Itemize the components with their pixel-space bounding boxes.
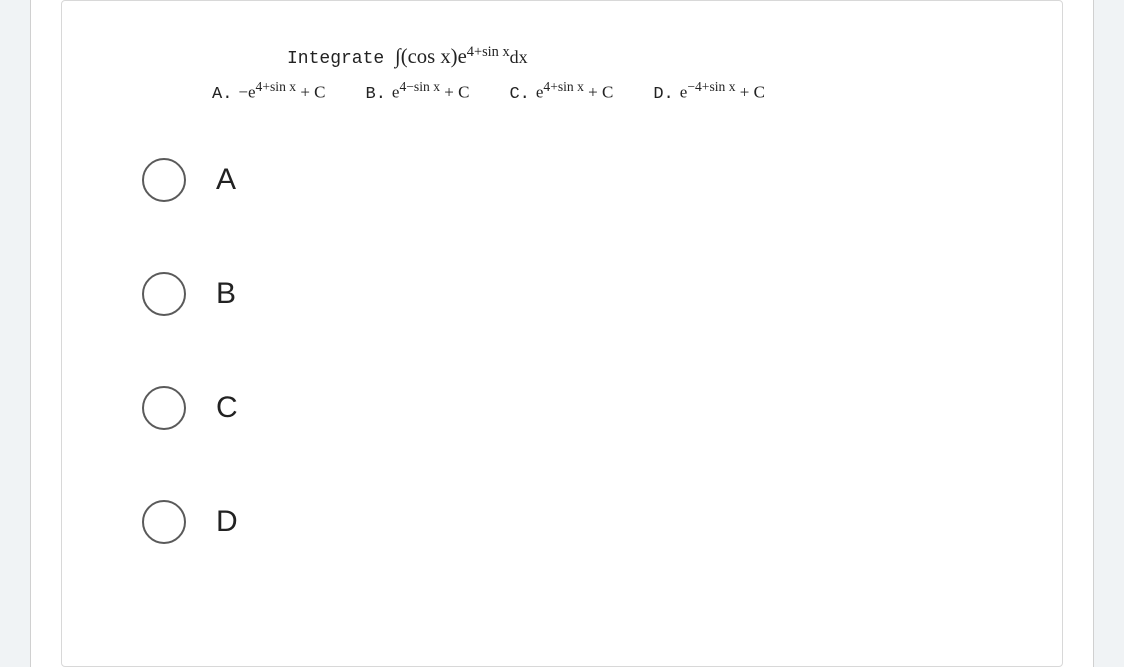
- answer-choice-d: D. e−4+sin x + C: [653, 76, 765, 108]
- option-d[interactable]: D: [142, 500, 1012, 544]
- option-a[interactable]: A: [142, 158, 1012, 202]
- radio-icon[interactable]: [142, 386, 186, 430]
- option-c-label: C: [216, 391, 238, 425]
- radio-icon[interactable]: [142, 500, 186, 544]
- question-block: Integrate ∫(cos x)e4+sin xdx A. −e4+sin …: [212, 41, 1012, 108]
- radio-icon[interactable]: [142, 158, 186, 202]
- option-d-label: D: [216, 505, 238, 539]
- option-c[interactable]: C: [142, 386, 1012, 430]
- answer-choice-a: A. −e4+sin x + C: [212, 76, 326, 108]
- answer-choice-c: C. e4+sin x + C: [509, 76, 613, 108]
- page-container: Integrate ∫(cos x)e4+sin xdx A. −e4+sin …: [30, 0, 1094, 667]
- option-a-label: A: [216, 163, 236, 197]
- options-list: A B C D: [142, 158, 1012, 544]
- question-prompt: Integrate ∫(cos x)e4+sin xdx: [287, 41, 1012, 74]
- answer-choice-b: B. e4−sin x + C: [366, 76, 470, 108]
- question-card: Integrate ∫(cos x)e4+sin xdx A. −e4+sin …: [61, 0, 1063, 667]
- answer-choices-row: A. −e4+sin x + C B. e4−sin x + C C. e4+s…: [212, 76, 1012, 108]
- radio-icon[interactable]: [142, 272, 186, 316]
- option-b-label: B: [216, 277, 236, 311]
- prompt-prefix: Integrate: [287, 49, 395, 69]
- option-b[interactable]: B: [142, 272, 1012, 316]
- integrand: ∫(cos x)e4+sin xdx: [395, 47, 528, 67]
